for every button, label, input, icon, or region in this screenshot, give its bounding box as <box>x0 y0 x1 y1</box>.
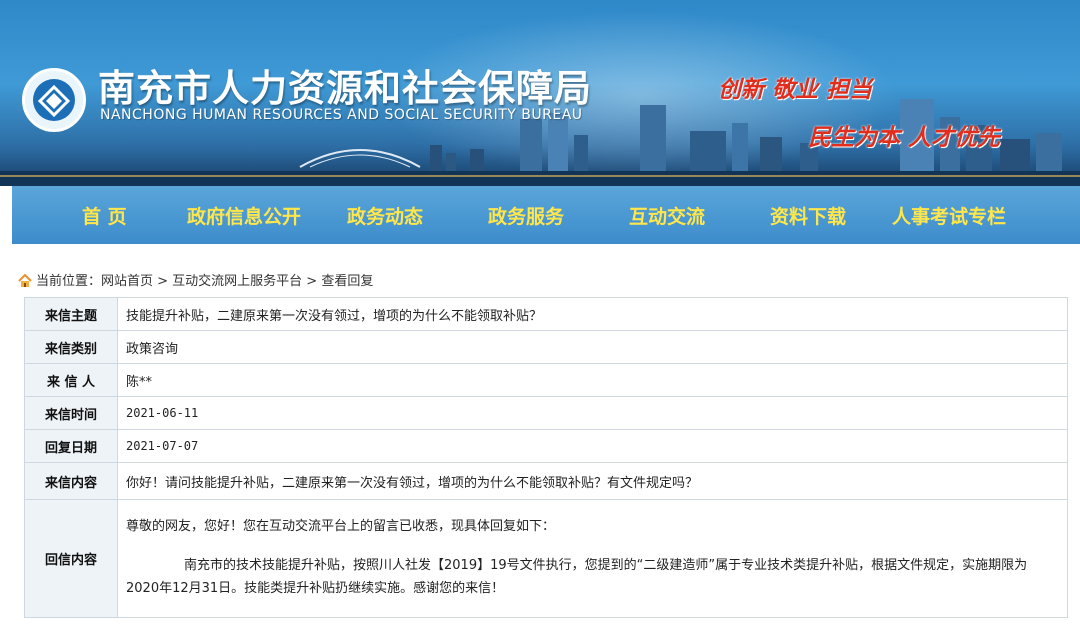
slogan-2: 民生为本 人才优先 <box>808 125 1001 151</box>
org-name-cn: 南充市人力资源和社会保障局 <box>98 67 592 110</box>
table-row: 来 信 人 陈** <box>24 363 1068 397</box>
table-row: 回信内容 尊敬的网友，您好！您在互动交流平台上的留言已收悉，现具体回复如下： 南… <box>24 499 1068 618</box>
nav-exams[interactable]: 人事考试专栏 <box>892 202 1006 229</box>
category-label: 来信类别 <box>24 330 118 364</box>
subject-label: 来信主题 <box>24 297 118 331</box>
breadcrumb-prefix: 当前位置： <box>36 274 102 289</box>
subject-value: 技能提升补贴，二建原来第一次没有领过，增项的为什么不能领取补贴？ <box>117 297 1068 331</box>
reply-greeting: 尊敬的网友，您好！您在互动交流平台上的留言已收悉，现具体回复如下： <box>126 519 556 534</box>
reply-body: 南充市的技术技能提升补贴，按照川人社发【2019】19号文件执行，您提到的“二级… <box>126 558 1028 596</box>
letter-table: 来信主题 技能提升补贴，二建原来第一次没有领过，增项的为什么不能领取补贴？ 来信… <box>24 297 1068 618</box>
date-value: 2021-06-11 <box>117 396 1068 430</box>
header-banner: 南充市人力资源和社会保障局 NANCHONG HUMAN RESOURCES A… <box>0 0 1080 186</box>
sender-value: 陈** <box>117 363 1068 397</box>
reply-label: 回信内容 <box>24 499 118 618</box>
nav-downloads[interactable]: 资料下载 <box>770 202 846 229</box>
category-value: 政策咨询 <box>117 330 1068 364</box>
home-icon <box>18 273 32 291</box>
nav-home[interactable]: 首 页 <box>82 202 127 229</box>
reply-content: 尊敬的网友，您好！您在互动交流平台上的留言已收悉，现具体回复如下： 南充市的技术… <box>117 499 1068 618</box>
main-nav: 首 页 政府信息公开 政务动态 政务服务 互动交流 资料下载 人事考试专栏 <box>12 186 1080 244</box>
table-row: 来信类别 政策咨询 <box>24 330 1068 364</box>
nav-gov-services[interactable]: 政务服务 <box>488 202 564 229</box>
content-label: 来信内容 <box>24 462 118 500</box>
slogan-1: 创新 敬业 担当 <box>718 77 873 103</box>
bureau-logo <box>22 68 86 132</box>
reply-date-value: 2021-07-07 <box>117 429 1068 463</box>
breadcrumb-path[interactable]: 网站首页 > 互动交流网上服务平台 > 查看回复 <box>101 274 373 289</box>
reply-date-label: 回复日期 <box>24 429 118 463</box>
sender-label: 来 信 人 <box>24 363 118 397</box>
date-label: 来信时间 <box>24 396 118 430</box>
table-row: 来信时间 2021-06-11 <box>24 396 1068 430</box>
breadcrumb: 当前位置：网站首页 > 互动交流网上服务平台 > 查看回复 <box>18 270 373 291</box>
nav-interaction[interactable]: 互动交流 <box>629 202 705 229</box>
content-value: 你好！请问技能提升补贴，二建原来第一次没有领过，增项的为什么不能领取补贴？有文件… <box>117 462 1068 500</box>
table-row: 来信主题 技能提升补贴，二建原来第一次没有领过，增项的为什么不能领取补贴？ <box>24 297 1068 331</box>
org-name-en: NANCHONG HUMAN RESOURCES AND SOCIAL SECU… <box>100 107 583 123</box>
table-row: 回复日期 2021-07-07 <box>24 429 1068 463</box>
nav-gov-news[interactable]: 政务动态 <box>347 202 423 229</box>
table-row: 来信内容 你好！请问技能提升补贴，二建原来第一次没有领过，增项的为什么不能领取补… <box>24 462 1068 500</box>
nav-gov-info[interactable]: 政府信息公开 <box>187 202 301 229</box>
